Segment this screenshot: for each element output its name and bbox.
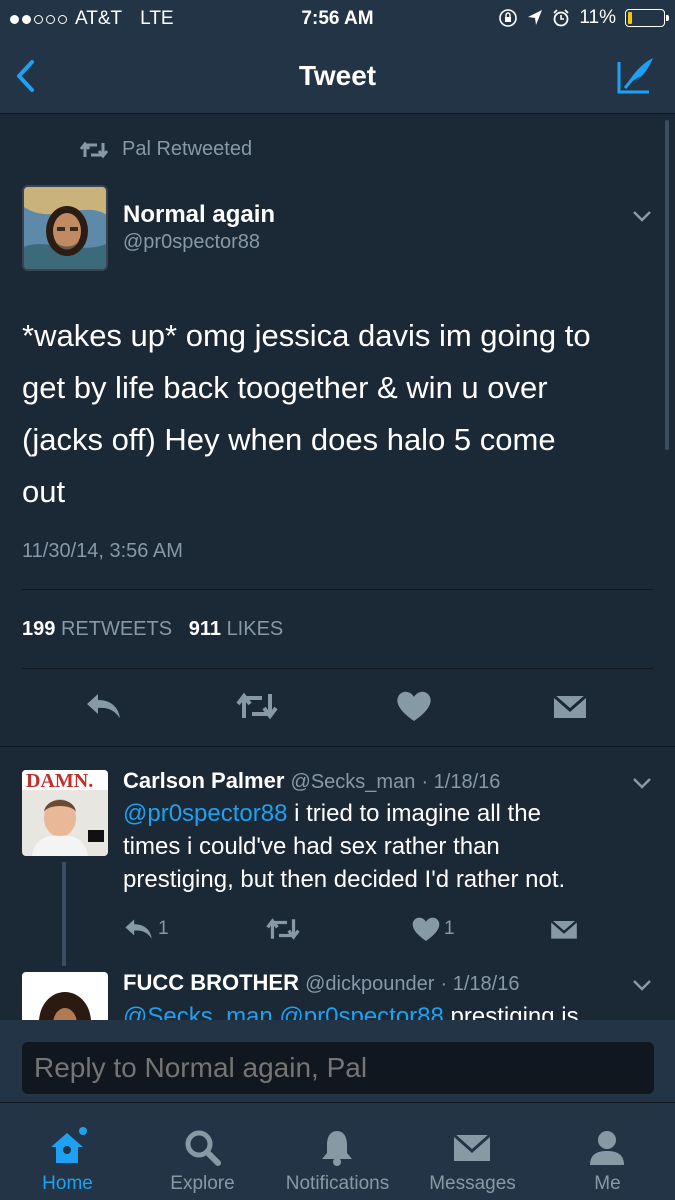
tweet-text-line: out <box>22 474 66 509</box>
person-icon <box>590 1131 624 1165</box>
svg-text:DAMN.: DAMN. <box>26 770 93 792</box>
retweeted-by-label: Pal Retweeted <box>122 138 253 160</box>
home-icon <box>51 1127 87 1163</box>
tab-label: Home <box>42 1173 93 1194</box>
battery-icon <box>625 9 669 27</box>
tweet-options-button[interactable] <box>631 205 653 227</box>
reply-icon <box>125 919 152 939</box>
mention-link[interactable]: @pr0spector88 <box>123 800 287 827</box>
battery-percent: 11% <box>579 7 616 28</box>
divider <box>0 746 675 747</box>
like-button[interactable] <box>394 688 434 724</box>
search-icon <box>185 1130 221 1166</box>
retweet-icon <box>80 141 108 158</box>
tweet-stats: 199 RETWEETS 911 LIKES <box>22 618 283 641</box>
reply-text-line: i tried to imagine all the <box>287 800 541 827</box>
reply-author-avatar[interactable]: DAMN. <box>22 770 108 856</box>
reply-item: FUCC BROTHER @dickpounder · 1/18/16 @Sec… <box>0 960 675 1020</box>
reply-header: Carlson Palmer @Secks_man · 1/18/16 <box>123 768 500 794</box>
envelope-icon <box>453 1133 491 1161</box>
chevron-down-icon <box>633 211 651 222</box>
reply-count: 1 <box>158 918 169 939</box>
author-handle[interactable]: @pr0spector88 <box>123 231 260 254</box>
reply-author-avatar[interactable] <box>22 972 108 1020</box>
reply-options-button[interactable] <box>631 974 653 996</box>
retweets-count-link[interactable]: 199 RETWEETS <box>22 618 172 640</box>
compose-tweet-button[interactable] <box>615 54 657 96</box>
tweet-text-line: (jacks off) Hey when does halo 5 come <box>22 422 556 457</box>
status-right: 11% <box>498 7 669 29</box>
tweet-actions <box>0 688 675 728</box>
reply-button[interactable] <box>84 688 124 724</box>
location-arrow-icon <box>528 10 543 25</box>
alarm-icon <box>553 9 570 27</box>
tab-messages[interactable]: Messages <box>405 1103 540 1200</box>
author-name[interactable]: Normal again <box>123 201 275 229</box>
retweet-icon <box>236 692 278 720</box>
reply-icon <box>87 694 120 718</box>
tweet-body: *wakes up* omg jessica davis im going to… <box>22 310 662 518</box>
orientation-lock-icon <box>499 9 518 27</box>
reply-body: @pr0spector88 i tried to imagine all the… <box>123 797 643 896</box>
bell-icon <box>322 1131 352 1166</box>
tab-explore[interactable]: Explore <box>135 1103 270 1200</box>
chevron-down-icon <box>633 980 651 991</box>
tweet-text-line: *wakes up* omg jessica davis im going to <box>22 318 591 353</box>
direct-message-button[interactable] <box>550 688 590 724</box>
compose-quill-icon <box>617 58 653 94</box>
reply-header: FUCC BROTHER @dickpounder · 1/18/16 <box>123 970 519 996</box>
tab-me[interactable]: Me <box>540 1103 675 1200</box>
scrollbar[interactable] <box>665 120 669 450</box>
tab-home[interactable]: Home <box>0 1103 135 1200</box>
reply-body: @Secks_man @pr0spector88 prestiging is <box>123 1000 663 1020</box>
retweet-icon <box>266 918 300 940</box>
heart-icon <box>397 691 431 721</box>
mention-link[interactable]: @Secks_man @pr0spector88 <box>123 1003 444 1020</box>
reply-date: · 1/18/16 <box>421 771 501 793</box>
reply-author-handle[interactable]: @dickpounder <box>305 973 434 995</box>
reply-dm-button[interactable] <box>548 914 580 944</box>
page-title: Tweet <box>298 60 377 91</box>
reply-reply-button[interactable] <box>123 914 155 944</box>
tab-label: Me <box>594 1173 621 1194</box>
retweeted-by-line: Pal Retweeted <box>80 138 252 161</box>
navigation-bar: Tweet <box>0 38 675 114</box>
tweet-timestamp: 11/30/14, 3:56 AM <box>22 540 183 562</box>
heart-icon <box>412 917 440 941</box>
reply-input[interactable] <box>22 1042 654 1094</box>
tab-label: Notifications <box>285 1173 390 1194</box>
likes-count-link[interactable]: 911 LIKES <box>189 618 284 640</box>
status-bar: AT&T LTE 7:56 AM 11% <box>0 0 675 38</box>
tab-label: Messages <box>429 1173 516 1194</box>
reply-author-name[interactable]: Carlson Palmer <box>123 768 284 793</box>
tab-notifications[interactable]: Notifications <box>270 1103 405 1200</box>
tweet-text-line: get by life back toogether & win u over <box>22 370 548 405</box>
reply-text-line: times i could've had sex rather than <box>123 833 500 860</box>
reply-options-button[interactable] <box>631 772 653 794</box>
tab-label: Explore <box>170 1173 235 1194</box>
divider <box>22 668 653 669</box>
envelope-icon <box>550 920 578 939</box>
chevron-down-icon <box>633 778 651 789</box>
reply-author-handle[interactable]: @Secks_man <box>291 771 416 793</box>
reply-author-name[interactable]: FUCC BROTHER <box>123 970 299 995</box>
author-avatar[interactable] <box>22 185 108 271</box>
reply-composer-bar <box>0 1020 675 1102</box>
reply-like-button[interactable] <box>410 914 442 944</box>
tab-bar: Home Explore Notifications Messages Me <box>0 1102 675 1200</box>
reply-retweet-button[interactable] <box>266 914 300 944</box>
battery-fill <box>628 12 632 24</box>
divider <box>22 589 653 590</box>
envelope-icon <box>553 694 587 718</box>
reply-actions: 1 1 <box>0 912 675 946</box>
reply-text-line: prestiging, but then decided I'd rather … <box>123 866 566 893</box>
reply-date: · 1/18/16 <box>440 973 520 995</box>
reply-text-line: prestiging is <box>443 1003 579 1020</box>
retweet-button[interactable] <box>236 688 278 724</box>
like-count: 1 <box>444 918 455 939</box>
